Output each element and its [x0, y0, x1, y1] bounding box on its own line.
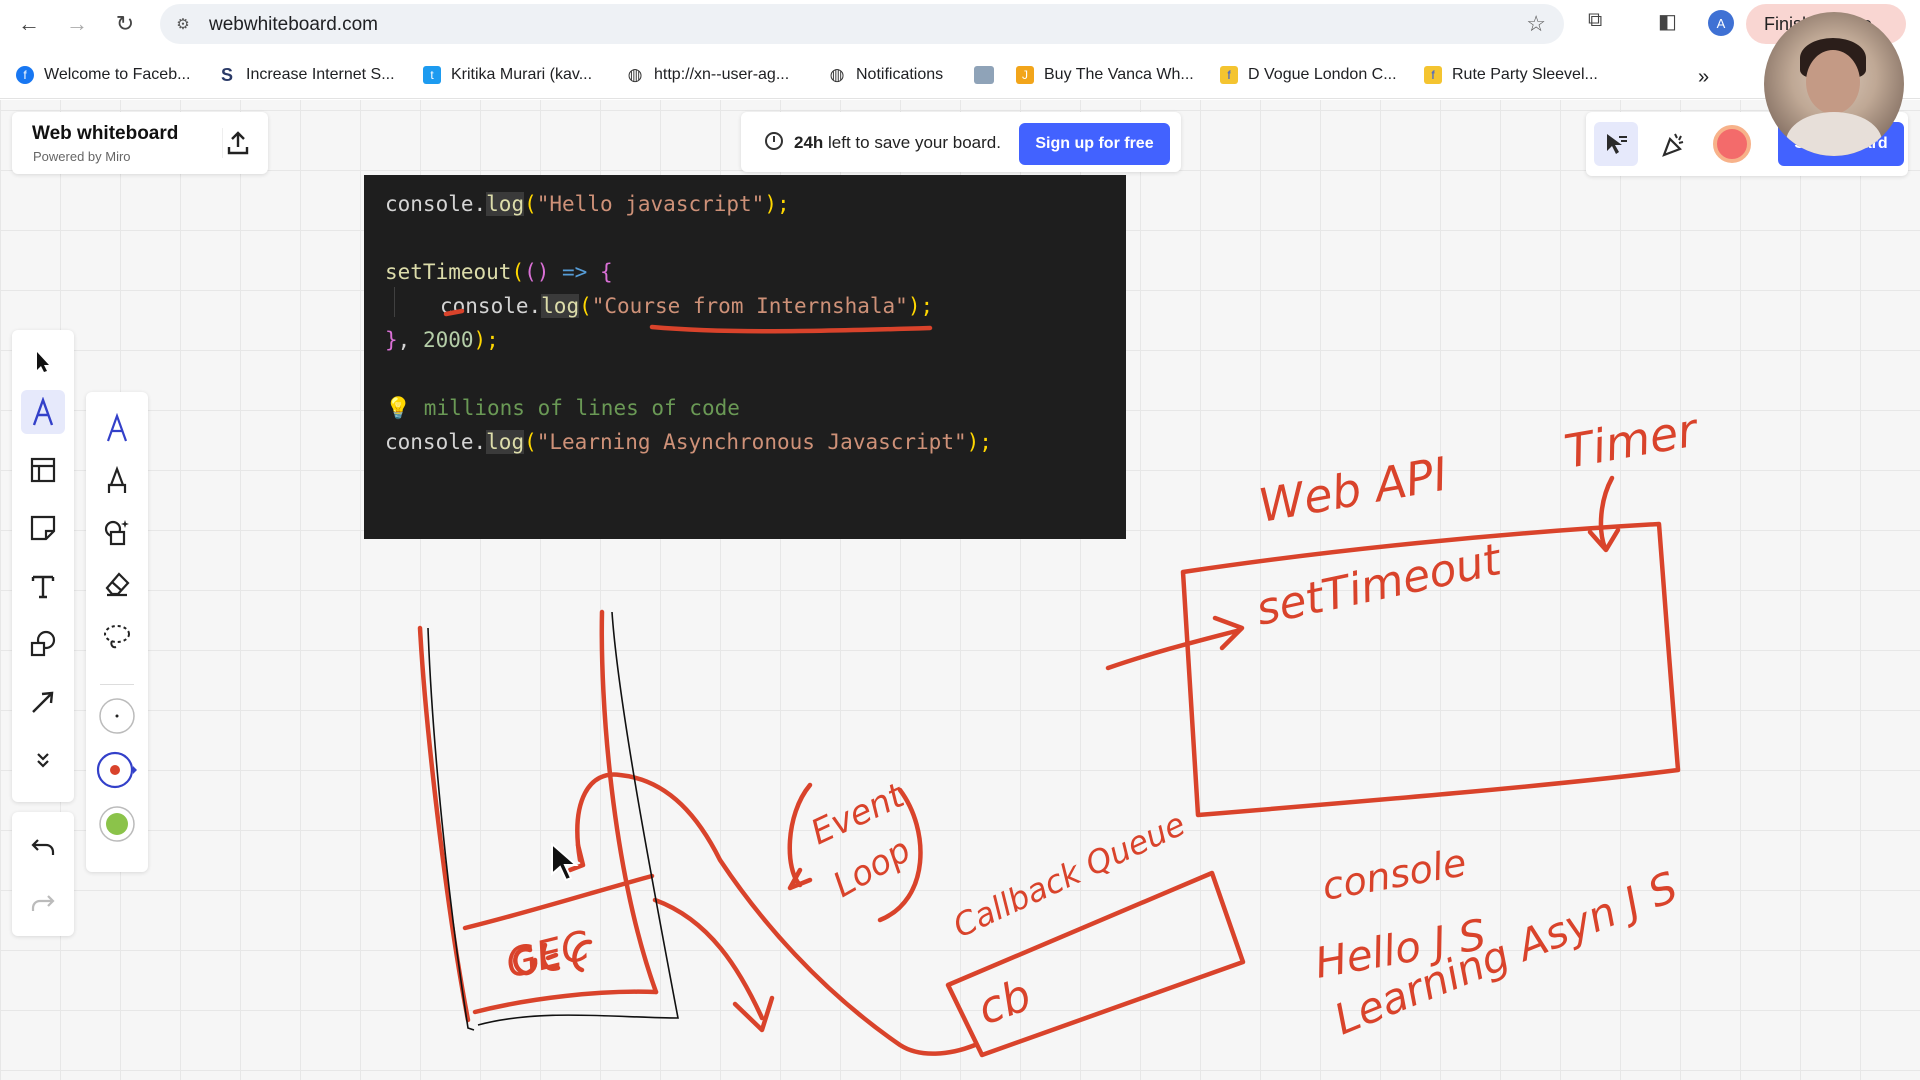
bookmark-label: Welcome to Faceb... — [44, 66, 191, 83]
bookmark-label: Increase Internet S... — [246, 66, 395, 83]
bookmarks-bar: f Welcome to Faceb... S Increase Interne… — [0, 58, 1920, 94]
image-icon — [974, 66, 994, 84]
export-icon[interactable] — [222, 128, 252, 158]
save-notice: 24h left to save your board. Sign up for… — [741, 112, 1181, 172]
shop-icon: J — [1016, 66, 1034, 84]
pen-tool-icon[interactable] — [21, 390, 65, 434]
indent-guide — [394, 287, 395, 317]
code-line-1: console.log("Hello javascript"); — [385, 192, 790, 216]
clock-icon — [765, 132, 783, 150]
flipkart-icon: f — [1424, 66, 1442, 84]
code-line-5: 💡 millions of lines of code — [385, 396, 740, 420]
bookmark-item[interactable]: ◍ Notifications — [828, 65, 944, 84]
history-toolbar — [12, 812, 74, 936]
lightbulb-icon: 💡 — [385, 396, 412, 420]
bookmark-item[interactable]: S Increase Internet S... — [218, 65, 395, 85]
save-notice-text: 24h left to save your board. — [794, 133, 1001, 152]
user-avatar-icon[interactable] — [1710, 122, 1754, 166]
forward-icon[interactable]: → — [62, 9, 92, 39]
templates-icon[interactable] — [21, 448, 65, 492]
app-subtitle: Powered by Miro — [33, 149, 131, 164]
shapes-icon[interactable] — [21, 622, 65, 666]
presenter-cursor-icon[interactable] — [1594, 122, 1638, 166]
facebook-icon: f — [16, 66, 34, 84]
webcam-body — [1786, 112, 1882, 156]
bookmark-item[interactable]: f Rute Party Sleevel... — [1424, 66, 1598, 84]
bookmark-label: Kritika Murari (kav... — [451, 66, 593, 83]
bookmark-label: Buy The Vanca Wh... — [1044, 66, 1194, 83]
app-title: Web whiteboard — [32, 123, 179, 144]
globe-icon: ◍ — [828, 65, 846, 84]
bookmark-label: Notifications — [856, 66, 944, 83]
arrow-tool-icon[interactable] — [21, 680, 65, 724]
browser-toolbar: ← → ↻ ⚙ webwhiteboard.com ☆ ⧉ ◧ A Finish… — [0, 0, 1920, 48]
stroke-thin-icon[interactable] — [95, 694, 139, 738]
code-line-4: }, 2000); — [385, 328, 499, 352]
bookmark-item[interactable]: f Welcome to Faceb... — [16, 66, 190, 84]
extensions-icon[interactable]: ⧉ — [1588, 9, 1602, 32]
bookmark-item[interactable] — [974, 66, 1004, 84]
bookmark-item[interactable]: f D Vogue London C... — [1220, 66, 1397, 84]
side-panel-icon[interactable]: ◧ — [1658, 9, 1677, 34]
text-tool-icon[interactable] — [21, 564, 65, 608]
code-line-6: console.log("Learning Asynchronous Javas… — [385, 430, 992, 454]
pen-icon[interactable] — [95, 406, 139, 450]
more-tools-icon[interactable] — [21, 738, 65, 782]
code-line-3: console.log("Course from Internshala"); — [440, 294, 934, 318]
bookmark-label: Rute Party Sleevel... — [1452, 66, 1598, 83]
sticky-note-icon[interactable] — [21, 506, 65, 550]
select-tool-icon[interactable] — [21, 340, 65, 384]
back-icon[interactable]: ← — [14, 9, 44, 39]
lasso-icon[interactable] — [95, 614, 139, 658]
twitter-icon: t — [423, 66, 441, 84]
signup-button[interactable]: Sign up for free — [1019, 123, 1170, 165]
board-header: Web whiteboard Powered by Miro — [12, 112, 268, 174]
profile-avatar[interactable]: A — [1708, 10, 1734, 36]
bookmark-item[interactable]: ◍ http://xn--user-ag... — [626, 65, 790, 84]
undo-icon[interactable] — [21, 826, 65, 870]
address-bar[interactable]: ⚙ webwhiteboard.com ☆ — [160, 4, 1564, 44]
highlighter-icon[interactable] — [95, 458, 139, 502]
chrome-divider — [0, 98, 1920, 99]
bookmark-star-icon[interactable]: ☆ — [1526, 11, 1546, 37]
bookmark-label: http://xn--user-ag... — [654, 66, 790, 83]
code-snippet: console.log("Hello javascript"); setTime… — [364, 175, 1126, 539]
main-toolbar — [12, 330, 74, 802]
presenter-webcam — [1764, 12, 1904, 156]
site-info-icon[interactable]: ⚙ — [172, 13, 194, 35]
webcam-face — [1806, 50, 1860, 114]
bookmark-item[interactable]: J Buy The Vanca Wh... — [1016, 66, 1194, 84]
toolbar-divider — [100, 684, 134, 685]
celebrate-icon[interactable] — [1652, 122, 1696, 166]
bookmark-item[interactable]: t Kritika Murari (kav... — [423, 66, 592, 84]
globe-icon: ◍ — [626, 65, 644, 84]
more-bookmarks-icon[interactable]: » — [1698, 66, 1709, 89]
site-s-icon: S — [218, 65, 236, 85]
smart-draw-icon[interactable] — [95, 510, 139, 554]
bookmark-label: D Vogue London C... — [1248, 66, 1397, 83]
mouse-cursor-icon — [550, 841, 580, 887]
eraser-icon[interactable] — [95, 562, 139, 606]
reload-icon[interactable]: ↻ — [110, 9, 140, 39]
stroke-medium-icon[interactable] — [95, 748, 139, 792]
color-swatch-icon[interactable] — [95, 802, 139, 846]
url-text: webwhiteboard.com — [209, 14, 378, 35]
flipkart-icon: f — [1220, 66, 1238, 84]
pen-options-toolbar — [86, 392, 148, 872]
redo-icon[interactable] — [21, 882, 65, 926]
code-line-2: setTimeout(() => { — [385, 260, 613, 284]
